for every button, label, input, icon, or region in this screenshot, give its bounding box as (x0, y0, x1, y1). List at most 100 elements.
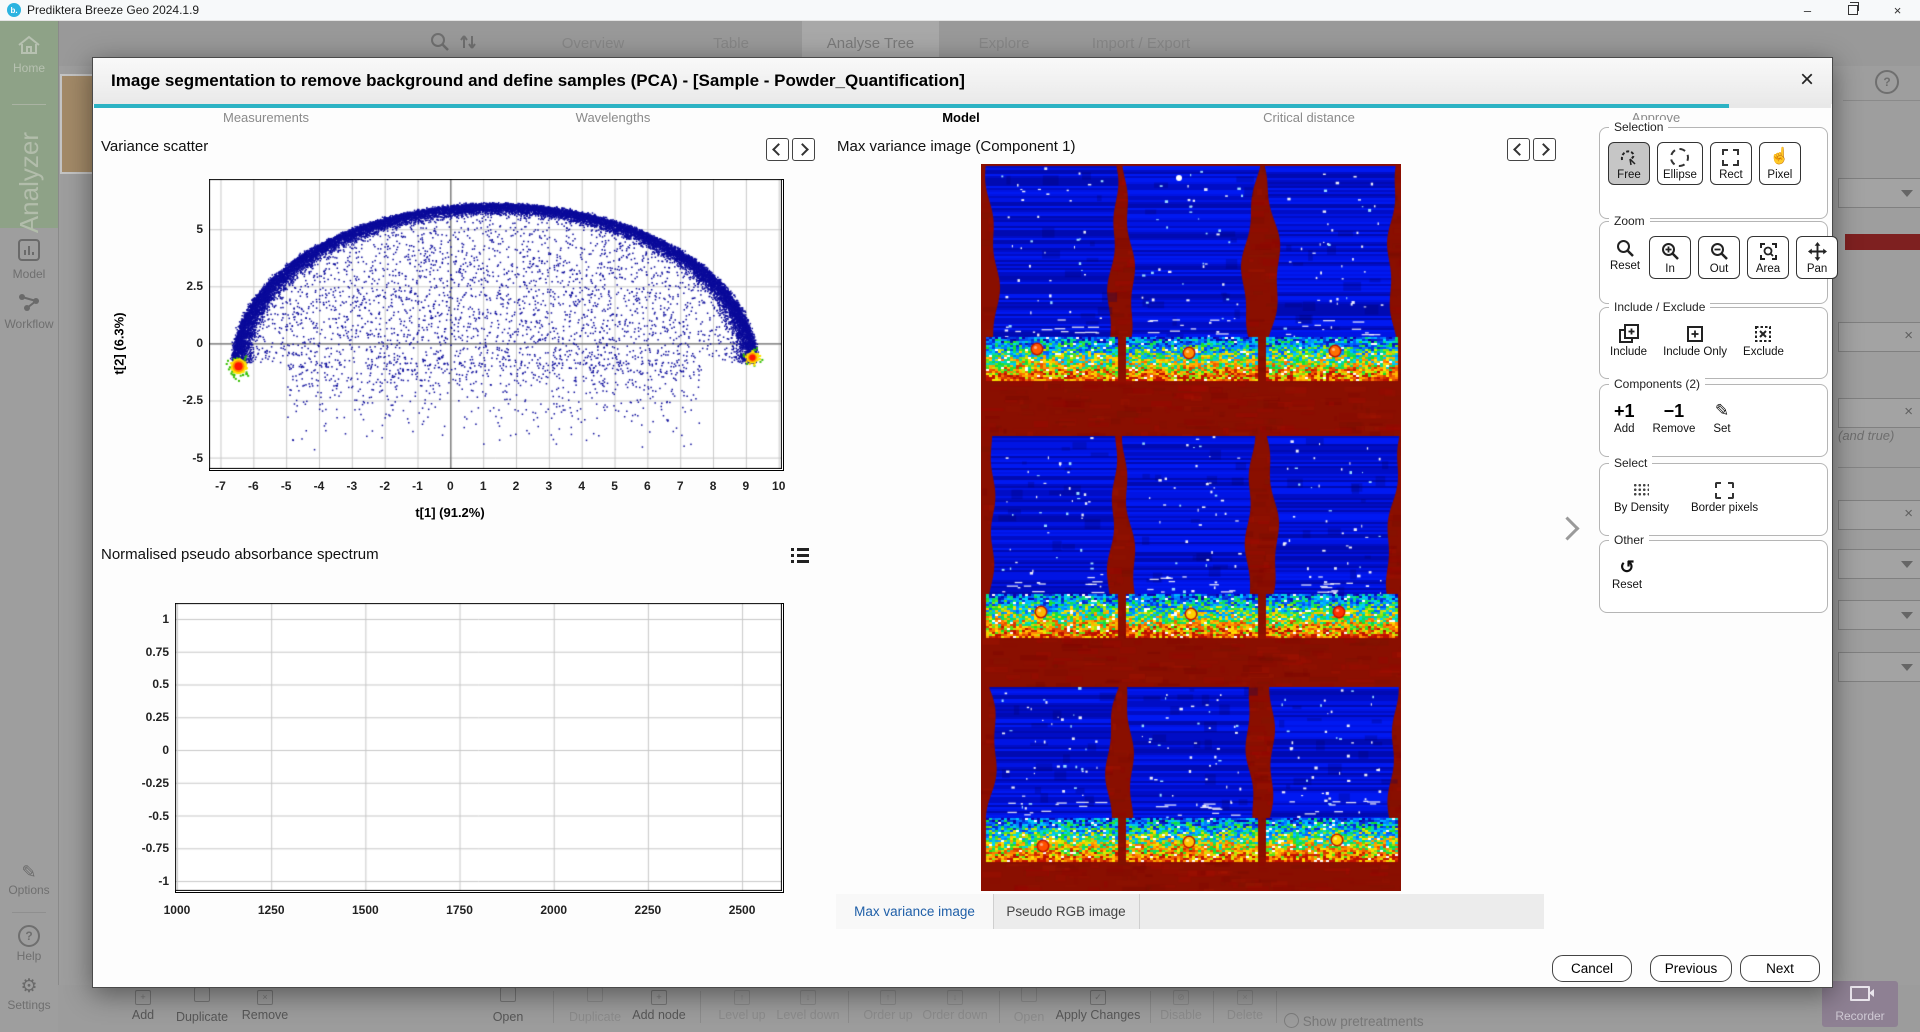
dropdown-fragment[interactable] (1838, 549, 1920, 579)
clear-field-fragment[interactable]: × (1838, 398, 1920, 428)
include-only-button[interactable]: Include Only (1661, 322, 1729, 360)
dropdown-fragment[interactable] (1838, 600, 1920, 630)
rect-selection-button[interactable]: Rect (1710, 142, 1752, 185)
sort-icon[interactable] (458, 32, 478, 52)
image-next-button[interactable] (1533, 138, 1556, 161)
sidebar-item-analyzer[interactable]: Analyzer (0, 128, 58, 238)
spectrum-canvas[interactable] (175, 603, 782, 891)
wizard-tab-model[interactable]: Model (861, 110, 1061, 125)
reset-circular-arrow-icon: ↺ (1619, 557, 1634, 577)
set-components-button[interactable]: ✎ Set (1711, 399, 1732, 437)
zoom-in-button[interactable]: In (1649, 236, 1691, 279)
workflow-icon (17, 292, 41, 312)
toolbar-remove[interactable]: ×Remove (210, 987, 320, 1022)
minus-one-icon: −1 (1664, 401, 1685, 421)
exclude-icon (1753, 324, 1773, 344)
chevron-down-icon (1901, 612, 1913, 619)
zoom-area-button[interactable]: Area (1747, 236, 1789, 279)
clear-field-fragment[interactable]: × (1838, 322, 1920, 352)
rect-selection-icon (1722, 149, 1739, 166)
search-icon[interactable] (430, 32, 450, 52)
other-group: Other ↺ Reset (1599, 540, 1828, 613)
order-down-icon: ↓ (947, 990, 963, 1005)
tab-pseudo-rgb-image[interactable]: Pseudo RGB image (993, 894, 1140, 929)
reset-other-button[interactable]: ↺ Reset (1610, 555, 1644, 593)
variance-canvas[interactable] (981, 164, 1401, 891)
zoom-reset-button[interactable]: Reset (1608, 236, 1642, 274)
chevron-down-icon (1901, 664, 1913, 671)
previous-button[interactable]: Previous (1650, 955, 1732, 982)
sidebar-item-options[interactable]: ✎ Options (0, 863, 58, 897)
clear-icon: × (1904, 505, 1913, 522)
progress-bar-remainder (1729, 104, 1831, 108)
help-top-right[interactable]: ? (1875, 70, 1899, 94)
scatter-next-button[interactable] (792, 138, 815, 161)
clear-field-fragment[interactable]: × (1838, 500, 1920, 530)
sidebar-item-workflow[interactable]: Workflow (0, 292, 58, 331)
select-border-pixels-button[interactable]: Border pixels (1689, 478, 1760, 516)
next-button[interactable]: Next (1740, 955, 1820, 982)
exclude-button[interactable]: Exclude (1741, 322, 1786, 360)
app-logo-icon: b. (7, 3, 21, 17)
include-only-icon (1685, 324, 1705, 344)
close-button[interactable]: × (1875, 0, 1920, 20)
dropdown-fragment[interactable] (1838, 652, 1920, 682)
add-component-button[interactable]: +1 Add (1612, 399, 1637, 437)
window-titlebar: b. Prediktera Breeze Geo 2024.1.9 – × (0, 0, 1920, 21)
zoom-out-button[interactable]: Out (1698, 236, 1740, 279)
pan-icon (1808, 241, 1827, 261)
restore-button[interactable] (1830, 0, 1875, 20)
recorder-button[interactable]: Recorder (1822, 981, 1898, 1027)
pixel-selection-button[interactable]: ☝ Pixel (1759, 142, 1801, 185)
show-pretreatments-toggle[interactable]: Show pretreatments (1284, 1013, 1424, 1029)
tab-max-variance-image[interactable]: Max variance image (836, 894, 994, 929)
include-exclude-group: Include / Exclude Include Include Only E… (1599, 307, 1828, 379)
include-button[interactable]: Include (1608, 322, 1649, 360)
density-grid-icon (1633, 483, 1649, 497)
free-selection-icon (1619, 147, 1639, 167)
pencil-icon: ✎ (21, 862, 36, 882)
order-up-icon: ↑ (880, 990, 896, 1005)
help-icon: ? (18, 925, 40, 947)
cancel-button[interactable]: Cancel (1552, 955, 1632, 982)
dialog-close-button[interactable]: × (1800, 66, 1814, 94)
toolbar-separator (1276, 991, 1277, 1023)
sidebar-item-settings[interactable]: ⚙ Settings (0, 978, 58, 1012)
variance-image-title: Max variance image (Component 1) (837, 138, 1075, 155)
sidebar-separator (12, 912, 46, 913)
wizard-tab-wavelengths[interactable]: Wavelengths (513, 110, 713, 125)
apply-changes-icon: ✓ (1090, 990, 1106, 1005)
ellipse-selection-button[interactable]: Ellipse (1657, 142, 1703, 185)
sidebar-item-model[interactable]: Model (0, 238, 58, 281)
wizard-tab-measurements[interactable]: Measurements (166, 110, 366, 125)
scatter-prev-button[interactable] (766, 138, 789, 161)
wizard-tab-critical-distance[interactable]: Critical distance (1209, 110, 1409, 125)
remove-component-button[interactable]: −1 Remove (1651, 399, 1698, 437)
dialog-titlebar: Image segmentation to remove background … (93, 58, 1832, 104)
scatter-xlabel: t[1] (91.2%) (415, 505, 484, 520)
scatter-ylabel: t[2] (6.3%) (112, 284, 127, 404)
select-by-density-button[interactable]: By Density (1612, 478, 1671, 516)
expand-panel-chevron[interactable] (1555, 516, 1579, 540)
legend-list-icon[interactable] (791, 548, 809, 564)
include-icon (1618, 324, 1640, 344)
divider (1843, 100, 1920, 101)
free-selection-button[interactable]: Free (1608, 142, 1650, 185)
dialog-title: Image segmentation to remove background … (111, 71, 965, 91)
duplicate-icon (194, 987, 210, 1002)
scatter-canvas[interactable] (209, 179, 782, 469)
zoom-pan-button[interactable]: Pan (1796, 236, 1838, 279)
minimize-button[interactable]: – (1785, 0, 1830, 20)
progress-bar (94, 104, 1729, 108)
open-folder-icon (1021, 987, 1037, 1002)
sidebar-item-home[interactable]: Home (0, 34, 58, 75)
window-title: Prediktera Breeze Geo 2024.1.9 (27, 3, 199, 17)
sidebar-separator (12, 104, 46, 105)
chevron-down-icon (1901, 561, 1913, 568)
level-up-icon: ↑ (734, 990, 750, 1005)
dropdown-fragment[interactable] (1838, 178, 1920, 208)
image-prev-button[interactable] (1507, 138, 1530, 161)
remove-icon: × (257, 990, 273, 1005)
sidebar: Home Analyzer Model Workflow ✎ Options ?… (0, 20, 59, 1032)
sidebar-item-help[interactable]: ? Help (0, 925, 58, 963)
